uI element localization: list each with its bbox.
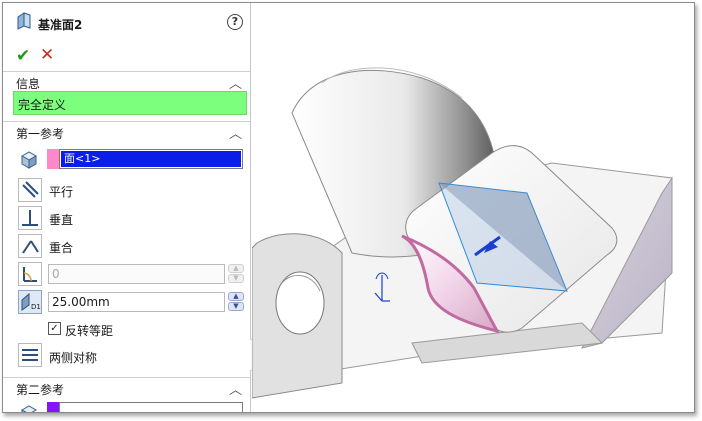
status-text: 完全定义	[18, 98, 67, 112]
parallel-label: 平行	[49, 185, 74, 199]
perpendicular-button[interactable]	[18, 206, 42, 230]
svg-text:D1: D1	[31, 303, 41, 311]
ok-button[interactable]: ✔	[16, 47, 30, 65]
parallel-button[interactable]	[18, 178, 42, 202]
second-reference-selection-box[interactable]	[59, 402, 243, 412]
angle-input[interactable]: 0	[48, 264, 225, 284]
first-reference-header[interactable]: 第一参考 ︿	[3, 121, 250, 142]
graphics-area[interactable]	[252, 3, 695, 413]
perpendicular-label: 垂直	[49, 213, 74, 227]
flip-offset-checkbox[interactable]: ✓	[48, 322, 61, 335]
first-reference-selection-box[interactable]: 面<1>	[59, 149, 243, 169]
info-section-header[interactable]: 信息 ︿	[3, 71, 250, 92]
info-section-label: 信息	[16, 77, 41, 91]
spin-down-icon[interactable]: ▼	[228, 274, 244, 283]
plane-feature-icon	[17, 12, 31, 30]
property-manager-panel: 基准面2 ? ✔ ✕ 信息 ︿ 完全定义 第一参考 ︿ 面<1> 平行 垂直 重…	[3, 3, 251, 412]
collapse-chevron-icon[interactable]: ︿	[229, 123, 242, 142]
mid-plane-label: 两侧对称	[49, 351, 98, 365]
offset-distance-icon: D1	[21, 292, 41, 311]
angle-button[interactable]	[18, 262, 42, 286]
perpendicular-icon	[22, 210, 38, 226]
first-reference-color-flag	[47, 149, 59, 169]
help-button[interactable]: ?	[227, 14, 243, 30]
spin-up-icon[interactable]: ▲	[228, 264, 244, 273]
status-message: 完全定义	[13, 91, 247, 115]
reference-cube-icon	[20, 151, 38, 169]
flip-offset-label: 反转等距	[65, 324, 114, 338]
second-reference-header[interactable]: 第二参考 ︿	[3, 377, 250, 398]
coincident-icon	[22, 240, 39, 254]
first-reference-label: 第一参考	[16, 127, 65, 141]
coincident-button[interactable]	[18, 234, 42, 258]
panel-title-row: 基准面2 ?	[3, 3, 250, 43]
parallel-icon	[22, 181, 39, 198]
selected-entity[interactable]: 面<1>	[61, 151, 241, 167]
second-reference-color-flag	[47, 402, 59, 412]
feature-title: 基准面2	[38, 18, 83, 32]
coincident-label: 重合	[49, 241, 74, 255]
model-view[interactable]	[252, 3, 695, 413]
reference-cube-icon	[20, 405, 38, 412]
offset-distance-stepper[interactable]: ▲ ▼	[228, 292, 244, 312]
window-frame: 基准面2 ? ✔ ✕ 信息 ︿ 完全定义 第一参考 ︿ 面<1> 平行 垂直 重…	[2, 2, 695, 413]
angle-icon	[23, 267, 37, 282]
offset-distance-button[interactable]: D1	[18, 290, 42, 314]
offset-distance-input[interactable]: 25.00mm	[48, 292, 225, 312]
cancel-button[interactable]: ✕	[40, 46, 54, 64]
second-reference-label: 第二参考	[16, 383, 65, 397]
spin-up-icon[interactable]: ▲	[228, 292, 244, 301]
mid-plane-icon	[22, 349, 38, 361]
collapse-chevron-icon[interactable]: ︿	[229, 379, 242, 398]
mid-plane-button[interactable]	[18, 343, 42, 367]
collapse-chevron-icon[interactable]: ︿	[229, 73, 242, 92]
angle-stepper[interactable]: ▲ ▼	[228, 264, 244, 284]
spin-down-icon[interactable]: ▼	[228, 302, 244, 311]
